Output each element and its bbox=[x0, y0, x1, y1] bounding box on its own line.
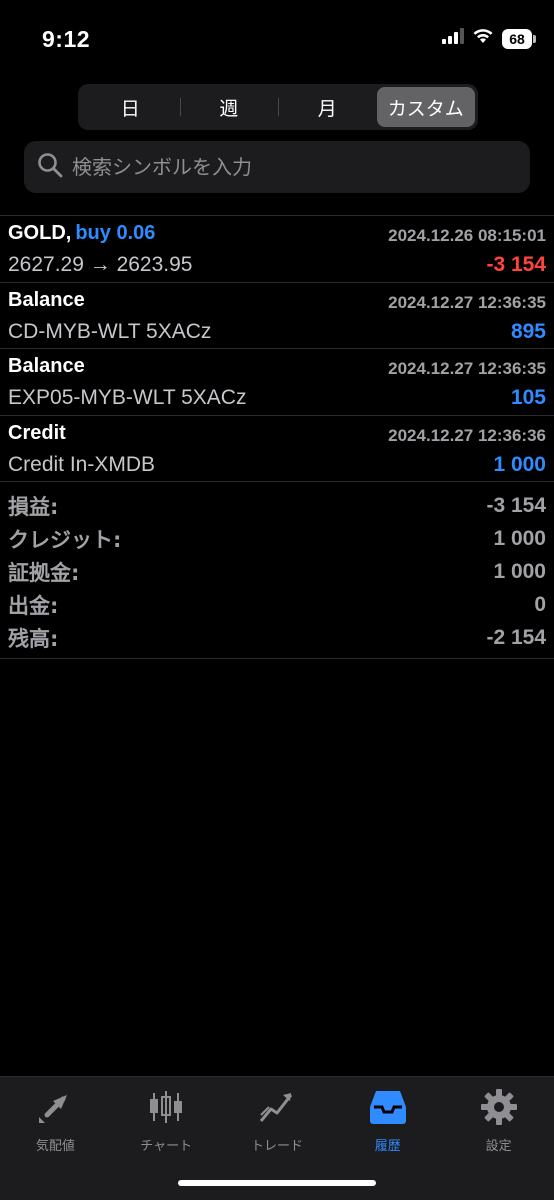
summary-value: 0 bbox=[534, 592, 546, 616]
trade-time: 2024.12.26 08:15:01 bbox=[388, 226, 546, 245]
operation-time: 2024.12.27 12:36:35 bbox=[388, 292, 546, 312]
trade-chart-icon bbox=[257, 1087, 297, 1127]
operation-comment: EXP05-MYB-WLT 5XACz bbox=[8, 386, 247, 409]
operation-time: 2024.12.27 12:36:35 bbox=[388, 359, 546, 378]
candlestick-chart-icon bbox=[146, 1087, 186, 1127]
list-item[interactable]: Credit 2024.12.27 12:36:36 Credit In-XMD… bbox=[0, 416, 554, 482]
gear-icon bbox=[479, 1087, 519, 1127]
summary-value: 1 000 bbox=[493, 526, 546, 550]
tab-label: チャート bbox=[140, 1139, 193, 1154]
operation-comment: Credit In-XMDB bbox=[8, 452, 156, 476]
tab-label: 設定 bbox=[485, 1139, 512, 1154]
history-list: GOLD, buy 0.06 2024.12.26 08:15:01 2627.2… bbox=[0, 215, 554, 482]
history-inbox-icon bbox=[368, 1087, 408, 1127]
trade-row[interactable]: GOLD, buy 0.06 2024.12.26 08:15:01 2627.2… bbox=[0, 216, 554, 283]
operation-type: Balance bbox=[8, 355, 85, 377]
summary-label: 証拠金: bbox=[8, 560, 80, 585]
quotes-arrows-icon bbox=[35, 1087, 75, 1127]
trade-profit: -3 154 bbox=[486, 253, 546, 276]
search-icon bbox=[36, 151, 64, 184]
status-icons: 68 bbox=[442, 28, 536, 49]
home-indicator bbox=[178, 1180, 376, 1186]
tab-label: トレード bbox=[250, 1139, 303, 1154]
summary-label: 残高: bbox=[8, 626, 59, 651]
tab-label: 気配値 bbox=[35, 1139, 75, 1154]
summary-value: -2 154 bbox=[486, 625, 546, 649]
status-bar: 9:12 68 bbox=[0, 0, 554, 80]
operation-amount: 1 000 bbox=[493, 452, 546, 476]
status-time: 9:12 bbox=[42, 26, 91, 52]
search-input[interactable] bbox=[72, 155, 512, 179]
operation-comment: CD-MYB-WLT 5XACz bbox=[8, 319, 212, 343]
trade-prices: 2627.29 → 2623.95 bbox=[8, 253, 193, 276]
period-week[interactable]: 週 bbox=[179, 87, 279, 127]
history-screen: 9:12 68 日 週 月 カスタム 検索シンボルを入力 GOLD, buy 0… bbox=[0, 0, 554, 1200]
tab-settings[interactable]: 設定 bbox=[443, 1077, 554, 1200]
trade-title: GOLD, buy 0.06 bbox=[8, 222, 155, 245]
trade-symbol: GOLD, bbox=[8, 222, 72, 244]
history-summary: 損益: -3 154 クレジット: 1 000 証拠金: 1 000 出金: 0… bbox=[0, 489, 554, 659]
summary-deposit: 証拠金: 1 000 bbox=[8, 555, 546, 588]
wifi-icon bbox=[472, 28, 494, 49]
operation-type: Balance bbox=[8, 288, 85, 311]
summary-label: 損益: bbox=[8, 494, 59, 519]
summary-balance: 残高: -2 154 bbox=[8, 621, 546, 654]
summary-value: -3 154 bbox=[486, 493, 546, 517]
operation-type: Credit bbox=[8, 421, 66, 444]
period-day[interactable]: 日 bbox=[81, 87, 180, 127]
trade-side: buy 0.06 bbox=[75, 222, 156, 244]
summary-label: クレジット: bbox=[8, 527, 122, 552]
tab-quotes[interactable]: 気配値 bbox=[0, 1077, 111, 1200]
period-segmented-control: 日 週 月 カスタム bbox=[78, 84, 478, 130]
battery-icon: 68 bbox=[502, 28, 536, 49]
summary-withdrawal: 出金: 0 bbox=[8, 588, 546, 621]
tab-label: 履歴 bbox=[374, 1139, 401, 1154]
summary-profit: 損益: -3 154 bbox=[8, 489, 546, 522]
list-item[interactable]: Balance 2024.12.27 12:36:35 CD-MYB-WLT 5… bbox=[0, 283, 554, 349]
summary-label: 出金: bbox=[8, 593, 59, 618]
period-month[interactable]: 月 bbox=[278, 87, 377, 127]
period-custom[interactable]: カスタム bbox=[376, 87, 475, 127]
search-bar[interactable] bbox=[24, 141, 530, 193]
summary-value: 1 000 bbox=[493, 559, 546, 583]
operation-time: 2024.12.27 12:36:36 bbox=[388, 425, 546, 445]
summary-credit: クレジット: 1 000 bbox=[8, 522, 546, 555]
list-item[interactable]: Balance 2024.12.27 12:36:35 EXP05-MYB-WL… bbox=[0, 349, 554, 416]
operation-amount: 105 bbox=[510, 386, 546, 409]
cellular-signal-icon bbox=[442, 28, 464, 49]
operation-amount: 895 bbox=[510, 319, 546, 343]
